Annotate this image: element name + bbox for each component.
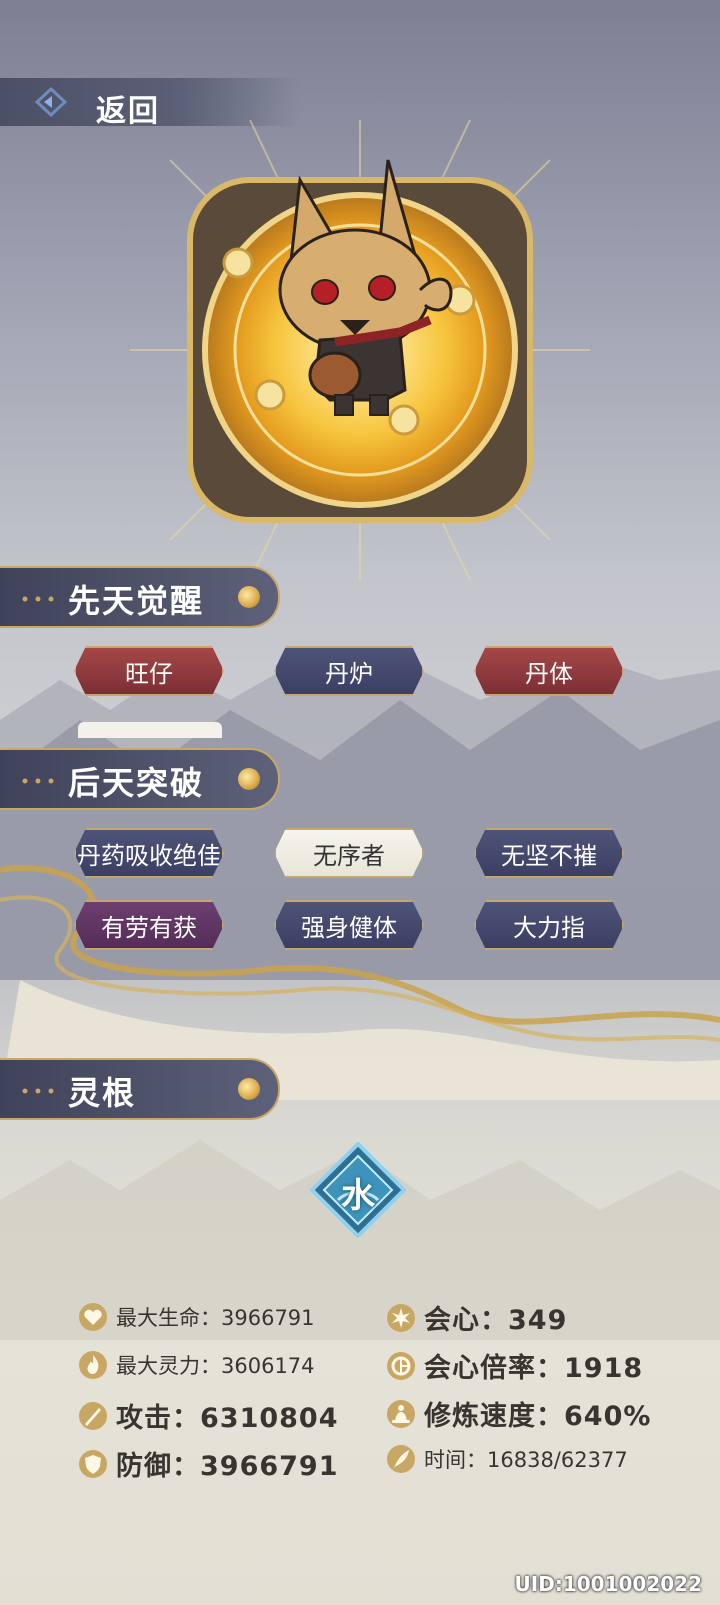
innate-button-label: 旺仔 [125, 659, 173, 688]
section-title-spirit-root: 灵根 [68, 1074, 137, 1112]
innate-button-danti[interactable]: 丹体 [474, 646, 624, 696]
section-header-spirit-root: 灵根 [0, 1058, 280, 1120]
header-orb-icon [238, 768, 260, 790]
section-title-innate: 先天觉醒 [68, 582, 205, 620]
stat-value: 攻击：6310804 [116, 1403, 339, 1434]
stat-crit-rate: 会心倍率：1918 [386, 1346, 643, 1385]
acquired-button-label: 无坚不摧 [501, 841, 597, 870]
burst-icon [387, 1303, 415, 1332]
innate-button-label: 丹炉 [325, 659, 373, 688]
stat-value: 最大灵力：3606174 [116, 1354, 315, 1378]
stat-value: 最大生命：3966791 [116, 1306, 315, 1330]
stat-value: 会心倍率：1918 [424, 1353, 644, 1384]
acquired-button-label: 强身健体 [301, 913, 397, 942]
acquired-button-5[interactable]: 强身健体 [274, 900, 424, 950]
section-header-acquired: 后天突破 [0, 748, 280, 810]
tab-stub [78, 722, 222, 738]
shield-icon [79, 1449, 107, 1478]
header-orb-icon [238, 1078, 260, 1100]
character-portrait [130, 120, 590, 580]
acquired-button-label: 丹药吸收绝佳 [77, 841, 221, 870]
meditation-icon [387, 1399, 415, 1428]
target-icon [387, 1351, 415, 1380]
acquired-button-label: 大力指 [513, 913, 585, 942]
sword-icon [79, 1401, 107, 1430]
stat-value: 防御：3966791 [116, 1451, 339, 1482]
feather-icon [387, 1445, 415, 1473]
acquired-button-1[interactable]: 丹药吸收绝佳 [74, 828, 224, 878]
stat-cultivation-speed: 修炼速度：640% [386, 1394, 651, 1433]
header-orb-icon [238, 586, 260, 608]
stat-value: 会心：349 [424, 1305, 568, 1336]
stat-max-hp: 最大生命：3966791 [78, 1302, 315, 1332]
acquired-button-3[interactable]: 无坚不摧 [474, 828, 624, 878]
back-arrow-icon [34, 86, 68, 118]
stat-value: 时间：16838/62377 [424, 1448, 628, 1472]
heart-icon [79, 1303, 107, 1331]
section-title-acquired: 后天突破 [68, 764, 205, 802]
stat-defense: 防御：3966791 [78, 1444, 339, 1483]
acquired-button-2[interactable]: 无序者 [274, 828, 424, 878]
innate-button-wangzai[interactable]: 旺仔 [74, 646, 224, 696]
acquired-button-label: 无序者 [313, 841, 385, 870]
user-id: UID:1001002022 [514, 1572, 702, 1596]
stat-value: 修炼速度：640% [424, 1401, 652, 1432]
section-header-innate: 先天觉醒 [0, 566, 280, 628]
innate-button-label: 丹体 [525, 659, 573, 688]
element-label: 水 [341, 1176, 375, 1216]
water-element-badge[interactable]: 水 [309, 1141, 407, 1239]
stat-max-mp: 最大灵力：3606174 [78, 1350, 315, 1380]
header-dots-icon [22, 1088, 54, 1094]
stat-crit: 会心：349 [386, 1298, 567, 1337]
acquired-button-label: 有劳有获 [101, 913, 197, 942]
stat-time: 时间：16838/62377 [386, 1444, 628, 1474]
acquired-button-4[interactable]: 有劳有获 [74, 900, 224, 950]
header-dots-icon [22, 778, 54, 784]
flame-icon [79, 1351, 107, 1379]
acquired-button-6[interactable]: 大力指 [474, 900, 624, 950]
innate-button-danlu[interactable]: 丹炉 [274, 646, 424, 696]
stat-attack: 攻击：6310804 [78, 1396, 339, 1435]
header-dots-icon [22, 596, 54, 602]
back-button[interactable]: 返回 [0, 78, 300, 129]
